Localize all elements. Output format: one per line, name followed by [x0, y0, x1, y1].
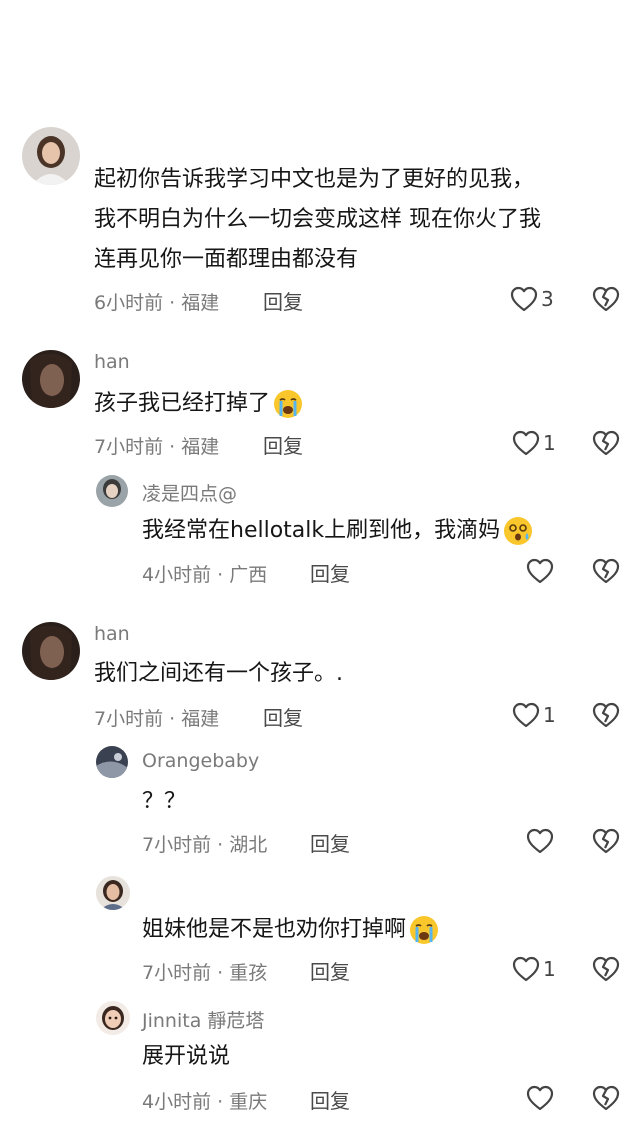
broken-heart-icon [592, 430, 620, 456]
comment-item: han 我们之间还有一个孩子。. 7小时前 · 福建 回复 1 [0, 612, 640, 732]
comment-item: 起初你告诉我学习中文也是为了更好的见我， 我不明白为什么一切会变成这样 现在你火… [0, 0, 640, 330]
heart-outline-icon [526, 828, 554, 854]
broken-heart-icon [592, 558, 620, 584]
avatar[interactable] [96, 475, 128, 507]
like-button[interactable] [526, 828, 554, 854]
avatar[interactable] [22, 127, 80, 185]
comment-text: 我们之间还有一个孩子。. [94, 661, 343, 686]
comment-text-content: 姐妹他是不是也劝你打掉啊 [142, 917, 407, 942]
comment-text-content: 孩子我已经打掉了 [94, 391, 271, 416]
like-button[interactable]: 1 [512, 430, 556, 456]
avatar[interactable] [96, 1001, 130, 1035]
heart-outline-icon [526, 1085, 554, 1111]
reply-item: 凌是四点@ 我经常在hellotalk上刷到他，我滴妈 4小时前 · 广西 回复 [0, 470, 640, 590]
reply-button[interactable]: 回复 [263, 430, 303, 459]
broken-heart-icon [592, 286, 620, 312]
broken-heart-icon [592, 956, 620, 982]
comment-text-line: 我不明白为什么一切会变成这样 现在你火了我 [94, 207, 541, 232]
broken-heart-icon [592, 828, 620, 854]
dislike-button[interactable] [592, 702, 620, 728]
like-count: 3 [541, 287, 554, 311]
dizzy-face-icon [502, 515, 534, 547]
comment-time-location: 4小时前 · 重庆 [142, 1091, 268, 1113]
comment-text: ？？ [142, 789, 187, 814]
reply-button[interactable]: 回复 [310, 1085, 350, 1114]
reply-button[interactable]: 回复 [263, 286, 303, 315]
dislike-button[interactable] [592, 558, 620, 584]
broken-heart-icon [592, 1085, 620, 1111]
comment-text: 孩子我已经打掉了 [94, 382, 304, 426]
reply-button[interactable]: 回复 [263, 702, 303, 731]
comment-text-line: 连再见你一面都理由都没有 [94, 247, 359, 272]
reply-item: Orangebaby ？？ 7小时前 · 湖北 回复 [0, 740, 640, 860]
dislike-button[interactable] [592, 286, 620, 312]
avatar[interactable] [22, 622, 80, 680]
comment-username[interactable]: Orangebaby [142, 750, 259, 772]
reply-item: Jinnita 靜苊塔 展开说说 4小时前 · 重庆 回复 [0, 998, 640, 1128]
comment-time-location: 6小时前 · 福建 [94, 292, 220, 314]
like-count: 1 [543, 957, 556, 981]
comment-username[interactable]: han [94, 623, 130, 645]
comment-text: 我经常在hellotalk上刷到他，我滴妈 [142, 509, 534, 553]
comment-text: 展开说说 [142, 1044, 231, 1069]
comment-time-location: 7小时前 · 福建 [94, 708, 220, 730]
heart-outline-icon [512, 956, 540, 982]
like-count: 1 [543, 703, 556, 727]
like-button[interactable] [526, 558, 554, 584]
heart-outline-icon [512, 702, 540, 728]
like-button[interactable]: 1 [512, 956, 556, 982]
comment-username[interactable]: Jinnita 靜苊塔 [142, 1006, 264, 1033]
heart-outline-icon [512, 430, 540, 456]
like-count: 1 [543, 431, 556, 455]
comment-item: han 孩子我已经打掉了 7小时前 · 福建 回复 1 [0, 340, 640, 460]
dislike-button[interactable] [592, 956, 620, 982]
comment-time-location: 4小时前 · 广西 [142, 564, 268, 586]
comment-time-location: 7小时前 · 重孩 [142, 962, 268, 984]
avatar[interactable] [96, 876, 130, 910]
loudly-crying-face-icon [408, 914, 440, 946]
dislike-button[interactable] [592, 828, 620, 854]
comment-text-line: 起初你告诉我学习中文也是为了更好的见我， [94, 167, 535, 192]
loudly-crying-face-icon [272, 388, 304, 420]
reply-button[interactable]: 回复 [310, 956, 350, 985]
comment-time-location: 7小时前 · 湖北 [142, 834, 268, 856]
broken-heart-icon [592, 702, 620, 728]
heart-outline-icon [510, 286, 538, 312]
comment-username[interactable]: han [94, 351, 130, 373]
comment-text: 姐妹他是不是也劝你打掉啊 [142, 908, 440, 952]
like-button[interactable]: 3 [510, 286, 554, 312]
reply-button[interactable]: 回复 [310, 558, 350, 587]
like-button[interactable]: 1 [512, 702, 556, 728]
reply-item: 姐妹他是不是也劝你打掉啊 7小时前 · 重孩 回复 1 [0, 870, 640, 990]
heart-outline-icon [526, 558, 554, 584]
comment-text-content: 我经常在hellotalk上刷到他，我滴妈 [142, 518, 501, 543]
dislike-button[interactable] [592, 1085, 620, 1111]
like-button[interactable] [526, 1085, 554, 1111]
comment-time-location: 7小时前 · 福建 [94, 436, 220, 458]
comment-username[interactable]: 凌是四点@ [142, 479, 237, 506]
avatar[interactable] [22, 350, 80, 408]
avatar[interactable] [96, 746, 128, 778]
reply-button[interactable]: 回复 [310, 828, 350, 857]
dislike-button[interactable] [592, 430, 620, 456]
